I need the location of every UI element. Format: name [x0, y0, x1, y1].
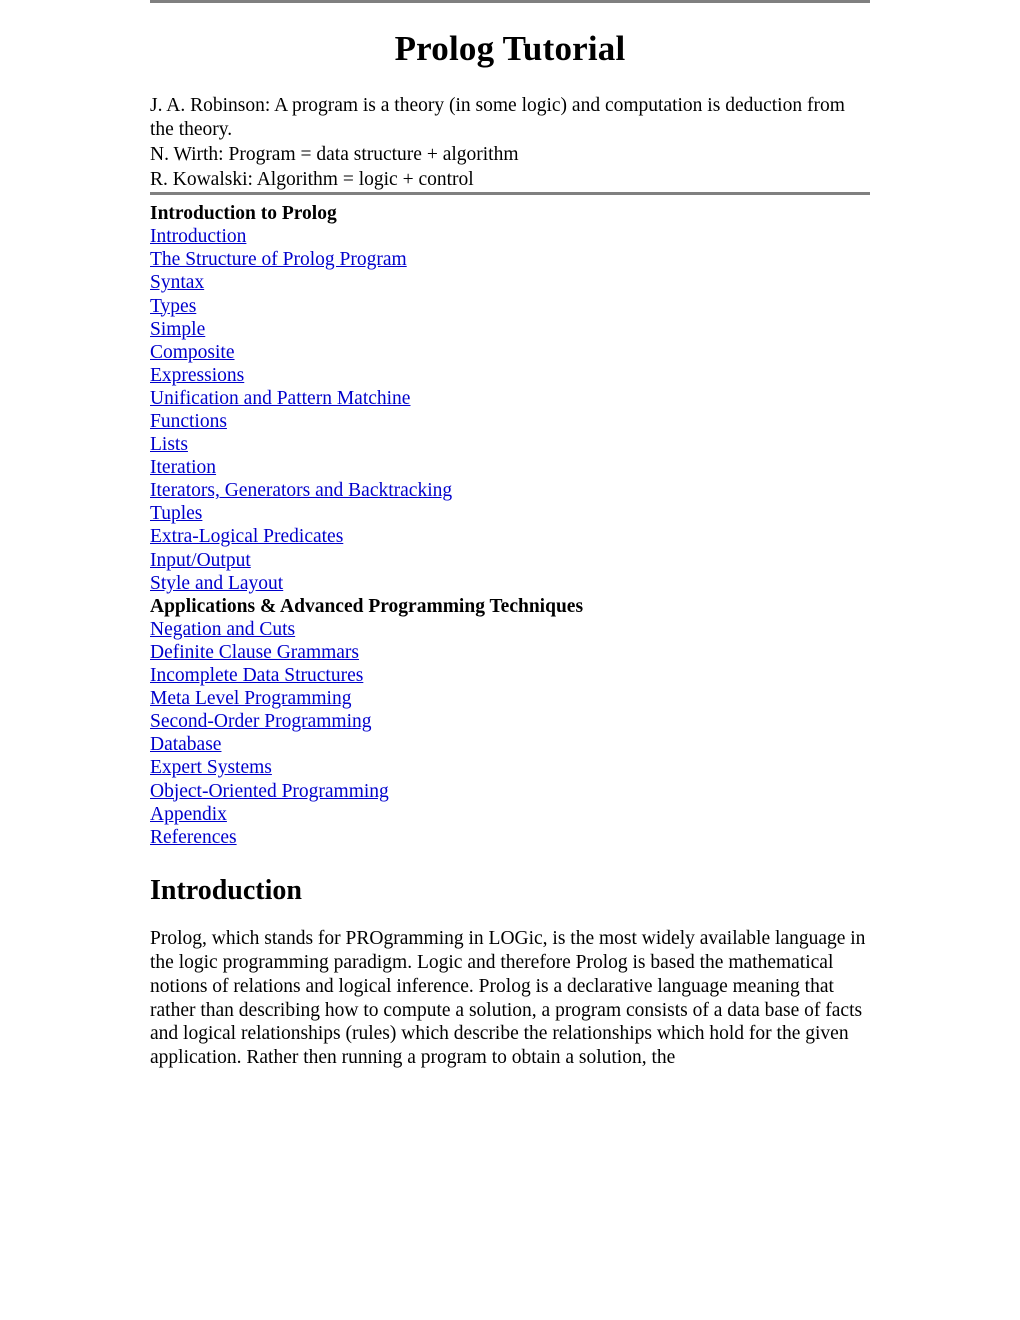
toc-link-functions[interactable]: Functions: [150, 410, 870, 433]
toc-link-input-output[interactable]: Input/Output: [150, 549, 870, 572]
toc-link-iterators-generators-and-backtracking[interactable]: Iterators, Generators and Backtracking: [150, 479, 870, 502]
toc-link-composite[interactable]: Composite: [150, 341, 870, 364]
toc-link-syntax[interactable]: Syntax: [150, 271, 870, 294]
toc-link-lists[interactable]: Lists: [150, 433, 870, 456]
epigraph-line-wirth: N. Wirth: Program = data structure + alg…: [150, 143, 519, 165]
toc-link-types[interactable]: Types: [150, 295, 870, 318]
toc-link-incomplete-data-structures[interactable]: Incomplete Data Structures: [150, 664, 870, 687]
horizontal-rule-middle: [150, 192, 870, 196]
toc-link-unification-and-pattern-matchine[interactable]: Unification and Pattern Matchine: [150, 387, 870, 410]
toc-link-introduction[interactable]: Introduction: [150, 225, 870, 248]
epigraph-block: J. A. Robinson: A program is a theory (i…: [150, 94, 870, 192]
toc-heading-introduction-to-prolog: Introduction to Prolog: [150, 203, 337, 225]
toc-link-tuples[interactable]: Tuples: [150, 502, 870, 525]
toc-link-simple[interactable]: Simple: [150, 318, 870, 341]
toc-link-expressions[interactable]: Expressions: [150, 364, 870, 387]
toc-link-definite-clause-grammars[interactable]: Definite Clause Grammars: [150, 641, 870, 664]
toc-link-iteration[interactable]: Iteration: [150, 456, 870, 479]
horizontal-rule-top: [150, 0, 870, 3]
section-paragraph-introduction: Prolog, which stands for PROgramming in …: [150, 928, 866, 1069]
section-heading-introduction: Introduction: [150, 874, 302, 906]
table-of-contents: Introduction to Prolog Introduction The …: [150, 202, 870, 849]
toc-link-the-structure-of-prolog-program[interactable]: The Structure of Prolog Program: [150, 248, 870, 271]
epigraph-line-kowalski: R. Kowalski: Algorithm = logic + control: [150, 168, 474, 190]
toc-heading-applications-advanced-programming-techniques: Applications & Advanced Programming Tech…: [150, 595, 584, 617]
toc-link-references[interactable]: References: [150, 826, 870, 849]
toc-link-style-and-layout[interactable]: Style and Layout: [150, 572, 870, 595]
toc-link-meta-level-programming[interactable]: Meta Level Programming: [150, 687, 870, 710]
toc-link-negation-and-cuts[interactable]: Negation and Cuts: [150, 618, 870, 641]
toc-link-extra-logical-predicates[interactable]: Extra-Logical Predicates: [150, 525, 870, 548]
toc-link-object-oriented-programming[interactable]: Object-Oriented Programming: [150, 780, 870, 803]
page-title: Prolog Tutorial: [394, 29, 626, 68]
document-content-column: Prolog Tutorial J. A. Robinson: A progra…: [150, 0, 870, 1070]
toc-link-second-order-programming[interactable]: Second-Order Programming: [150, 710, 870, 733]
document-page: Prolog Tutorial J. A. Robinson: A progra…: [0, 0, 1020, 1320]
toc-link-appendix[interactable]: Appendix: [150, 803, 870, 826]
toc-link-expert-systems[interactable]: Expert Systems: [150, 756, 870, 779]
toc-link-database[interactable]: Database: [150, 733, 870, 756]
epigraph-line-robinson: J. A. Robinson: A program is a theory (i…: [150, 94, 845, 141]
